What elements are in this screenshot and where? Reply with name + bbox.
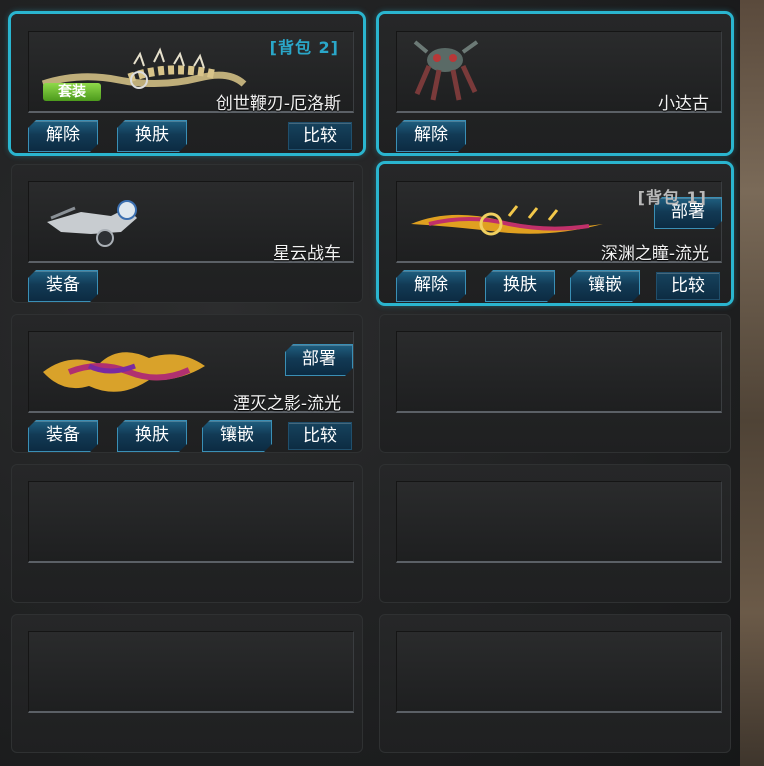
- item-well: 套装 [背包 2] 创世鞭刃-厄洛斯: [28, 31, 354, 114]
- item-well: [28, 631, 354, 713]
- vehicle-icon: [47, 200, 137, 247]
- item-well: 部署 [背包 1] 深渊之瞳-流光: [396, 181, 722, 264]
- inlay-button[interactable]: 镶嵌: [202, 420, 272, 452]
- item-well: [396, 481, 722, 563]
- bag-tag: [背包 2]: [269, 38, 339, 57]
- compare-button[interactable]: 比较: [656, 272, 720, 300]
- background-scenery: [736, 0, 764, 766]
- item-slot[interactable]: 小达古 解除: [379, 14, 731, 153]
- item-name: 创世鞭刃-厄洛斯: [215, 94, 341, 114]
- mech-robot-icon: [413, 40, 479, 101]
- empty-slot[interactable]: [11, 614, 363, 753]
- skin-button[interactable]: 换肤: [485, 270, 555, 302]
- item-well: [396, 331, 722, 413]
- deploy-button[interactable]: 部署: [285, 344, 353, 376]
- item-name: 深渊之瞳-流光: [600, 244, 709, 264]
- empty-slot[interactable]: [379, 314, 731, 453]
- skin-button[interactable]: 换肤: [117, 420, 187, 452]
- item-slot[interactable]: 部署 [背包 1] 深渊之瞳-流光 解除 换肤 镶嵌 比较: [379, 164, 731, 303]
- item-well: 星云战车: [28, 181, 354, 264]
- empty-slot[interactable]: [379, 464, 731, 603]
- inlay-button[interactable]: 镶嵌: [570, 270, 640, 302]
- item-well: [396, 631, 722, 713]
- item-well: 部署 湮灭之影-流光: [28, 331, 354, 414]
- unequip-button[interactable]: 解除: [396, 270, 466, 302]
- item-well: 小达古: [396, 31, 722, 114]
- item-slot[interactable]: 部署 湮灭之影-流光 装备 换肤 镶嵌 比较: [11, 314, 363, 453]
- item-name: 湮灭之影-流光: [232, 394, 341, 414]
- skin-button[interactable]: 换肤: [117, 120, 187, 152]
- flame-shadow-icon: [43, 352, 205, 392]
- inventory-panel: 套装 [背包 2] 创世鞭刃-厄洛斯 解除 换肤 比较 小达古 解除 星云战车 …: [0, 0, 740, 766]
- item-name: 星云战车: [273, 244, 341, 264]
- compare-button[interactable]: 比较: [288, 122, 352, 150]
- set-badge: 套装: [43, 83, 101, 101]
- equip-button[interactable]: 装备: [28, 420, 98, 452]
- item-slot[interactable]: 套装 [背包 2] 创世鞭刃-厄洛斯 解除 换肤 比较: [11, 14, 363, 153]
- unequip-button[interactable]: 解除: [28, 120, 98, 152]
- unequip-button[interactable]: 解除: [396, 120, 466, 152]
- compare-button[interactable]: 比较: [288, 422, 352, 450]
- item-name: 小达古: [658, 94, 709, 114]
- item-well: [28, 481, 354, 563]
- equip-button[interactable]: 装备: [28, 270, 98, 302]
- empty-slot[interactable]: [11, 464, 363, 603]
- bag-tag: [背包 1]: [637, 188, 707, 207]
- empty-slot[interactable]: [379, 614, 731, 753]
- flame-sword-icon: [411, 205, 603, 236]
- item-slot[interactable]: 星云战车 装备: [11, 164, 363, 303]
